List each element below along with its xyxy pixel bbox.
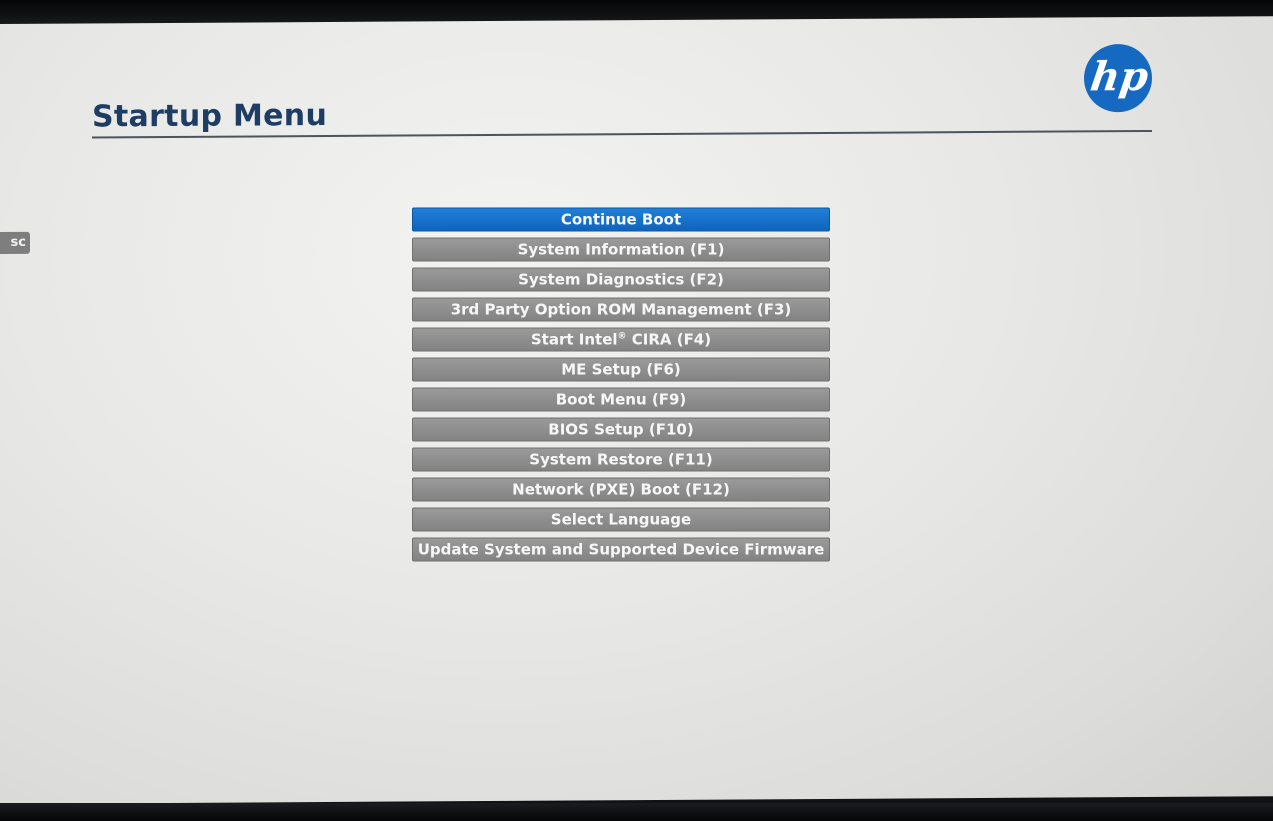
hp-logo-text: hp bbox=[1088, 53, 1152, 100]
startup-menu-list: Continue Boot System Information (F1) Sy… bbox=[412, 207, 830, 567]
registered-mark: ® bbox=[617, 331, 627, 342]
menu-item-system-restore[interactable]: System Restore (F11) bbox=[412, 447, 830, 472]
menu-item-me-setup[interactable]: ME Setup (F6) bbox=[412, 357, 830, 382]
monitor-bezel-bottom bbox=[0, 803, 1273, 821]
menu-item-select-language[interactable]: Select Language bbox=[412, 507, 830, 532]
menu-item-label-prefix: Start Intel bbox=[530, 330, 618, 349]
menu-item-option-rom-management[interactable]: 3rd Party Option ROM Management (F3) bbox=[412, 297, 830, 322]
menu-item-start-intel-cira[interactable]: Start Intel® CIRA (F4) bbox=[412, 327, 830, 352]
startup-menu-screen: Startup Menu hp sc Continue Boot System … bbox=[0, 16, 1273, 805]
menu-item-bios-setup[interactable]: BIOS Setup (F10) bbox=[412, 417, 830, 442]
menu-item-network-pxe-boot[interactable]: Network (PXE) Boot (F12) bbox=[412, 477, 830, 502]
menu-item-update-firmware[interactable]: Update System and Supported Device Firmw… bbox=[412, 537, 830, 562]
hp-logo: hp bbox=[1084, 43, 1152, 113]
menu-item-label-suffix: CIRA (F4) bbox=[626, 330, 712, 349]
menu-item-continue-boot[interactable]: Continue Boot bbox=[412, 207, 830, 232]
menu-item-boot-menu[interactable]: Boot Menu (F9) bbox=[412, 387, 830, 412]
page-title: Startup Menu bbox=[92, 98, 328, 135]
menu-item-system-information[interactable]: System Information (F1) bbox=[412, 237, 830, 262]
esc-key-hint[interactable]: sc bbox=[0, 231, 30, 254]
menu-item-system-diagnostics[interactable]: System Diagnostics (F2) bbox=[412, 267, 830, 292]
